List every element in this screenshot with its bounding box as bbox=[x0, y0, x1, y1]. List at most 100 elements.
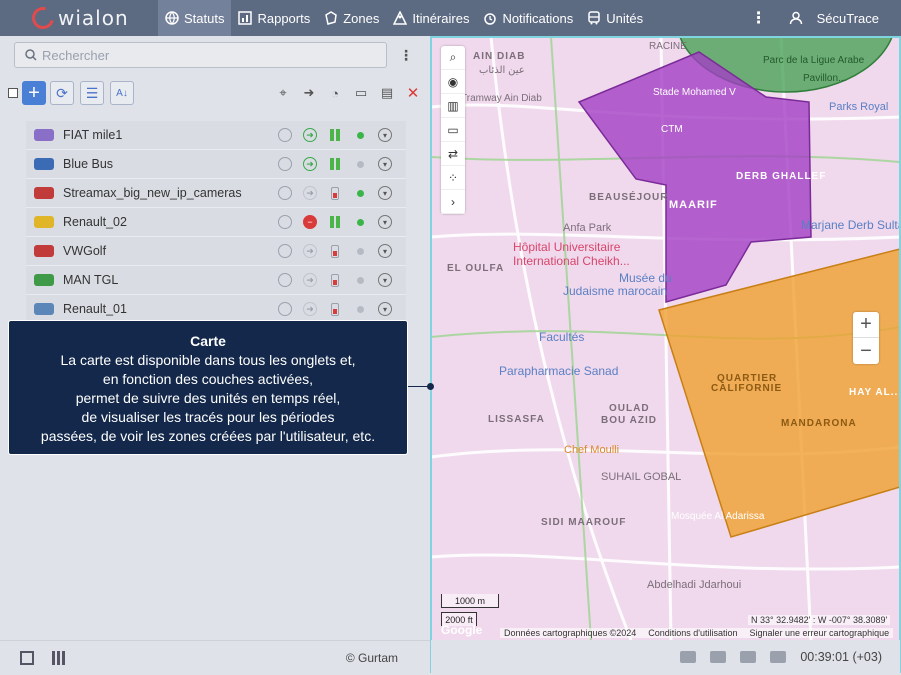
refresh-button[interactable]: ⟳ bbox=[50, 81, 74, 105]
locate-unit-icon[interactable] bbox=[277, 214, 293, 230]
device-icon[interactable]: ▭ bbox=[352, 84, 370, 102]
chevron-down-icon[interactable]: ▾ bbox=[378, 244, 392, 258]
select-all-checkbox[interactable] bbox=[8, 88, 18, 98]
chevron-down-icon[interactable]: ▾ bbox=[378, 302, 392, 316]
wialon-logo[interactable]: wialon bbox=[0, 0, 158, 36]
image-icon[interactable] bbox=[740, 651, 757, 663]
vehicle-icon bbox=[34, 158, 54, 170]
book-icon[interactable] bbox=[770, 651, 787, 663]
eye-icon[interactable]: ◉ bbox=[441, 70, 465, 94]
map-label: Parks Royal bbox=[829, 101, 889, 113]
locate-unit-icon[interactable] bbox=[277, 185, 293, 201]
chevron-down-icon[interactable]: ▾ bbox=[378, 215, 392, 229]
map-label: Judaisme marocain bbox=[563, 284, 668, 298]
sensor-state-cell[interactable] bbox=[327, 243, 343, 259]
sensor-state-cell[interactable] bbox=[327, 156, 343, 172]
attribution-report-link[interactable]: Signaler une erreur cartographique bbox=[750, 628, 890, 638]
sensor-state-cell[interactable] bbox=[327, 185, 343, 201]
locate-icon[interactable]: ⌖ bbox=[274, 84, 292, 102]
logo-mark-icon bbox=[27, 2, 59, 34]
chevron-down-icon[interactable]: ▾ bbox=[378, 128, 392, 142]
tab-itineraires[interactable]: Itinéraires bbox=[386, 0, 476, 36]
top-right: ⋮ SécuTrace bbox=[747, 0, 901, 36]
unit-row[interactable]: FIAT mile1 ➜ ▾ bbox=[26, 121, 406, 150]
tooltip-line: en fonction des couches activées, bbox=[102, 371, 314, 387]
tab-notifications[interactable]: Notifications bbox=[476, 0, 580, 36]
sensor-state-cell[interactable] bbox=[327, 301, 343, 317]
motion-state-cell[interactable]: ➜ bbox=[302, 243, 318, 259]
sensor-state-cell[interactable] bbox=[327, 127, 343, 143]
unit-menu-cell[interactable]: ▾ bbox=[377, 301, 393, 317]
search-input[interactable]: Rechercher bbox=[14, 42, 387, 68]
motion-state-cell[interactable]: ➜ bbox=[302, 185, 318, 201]
geofence-tool-icon[interactable]: ⁘ bbox=[441, 166, 465, 190]
sensor-state-cell[interactable] bbox=[327, 272, 343, 288]
map-label: CALIFORNIE bbox=[711, 383, 783, 394]
messages-icon[interactable] bbox=[680, 651, 697, 663]
clipboard-icon[interactable]: ▤ bbox=[378, 84, 396, 102]
motion-state-icon[interactable]: ➜ bbox=[300, 84, 318, 102]
zoom-out-button[interactable]: − bbox=[853, 338, 879, 364]
connection-state-cell bbox=[352, 156, 368, 172]
tab-rapports[interactable]: Rapports bbox=[231, 0, 317, 36]
mail-icon[interactable] bbox=[710, 651, 727, 663]
attribution-data: Données cartographiques ©2024 bbox=[504, 628, 637, 638]
map-label: Anfa Park bbox=[563, 222, 612, 234]
motion-state-cell[interactable]: ➜ bbox=[302, 127, 318, 143]
unit-row[interactable]: Blue Bus ➜ ▾ bbox=[26, 150, 406, 179]
unit-name: VWGolf bbox=[63, 244, 107, 258]
motion-state-cell[interactable]: ➜ bbox=[302, 301, 318, 317]
panel-toggle-icon[interactable] bbox=[20, 651, 34, 665]
close-icon[interactable]: ✕ bbox=[404, 84, 422, 102]
chevron-down-icon[interactable]: ▾ bbox=[378, 157, 392, 171]
map[interactable]: RACINE AIN DIAB عين الذئاب Stade Mohamed… bbox=[431, 37, 900, 640]
unit-row[interactable]: VWGolf ➜ ▾ bbox=[26, 237, 406, 266]
user-name: SécuTrace bbox=[816, 10, 879, 26]
sensor-state-cell[interactable] bbox=[327, 214, 343, 230]
unit-menu-cell[interactable]: ▾ bbox=[377, 272, 393, 288]
map-search-icon[interactable]: ⌕ bbox=[441, 46, 465, 70]
tab-statuts-label: Statuts bbox=[184, 10, 225, 26]
expand-icon[interactable]: › bbox=[441, 190, 465, 214]
unit-row[interactable]: Renault_02− ▾ bbox=[26, 208, 406, 237]
connection-icon[interactable]: ◔ bbox=[326, 84, 344, 102]
motion-state-cell[interactable]: ➜ bbox=[302, 272, 318, 288]
locate-unit-icon[interactable] bbox=[277, 156, 293, 172]
route-tool-icon[interactable]: ⇄ bbox=[441, 142, 465, 166]
sort-button[interactable]: A↓ bbox=[110, 81, 134, 105]
unit-menu-cell[interactable]: ▾ bbox=[377, 243, 393, 259]
unit-menu-cell[interactable]: ▾ bbox=[377, 185, 393, 201]
chevron-down-icon[interactable]: ▾ bbox=[378, 186, 392, 200]
locate-unit-icon[interactable] bbox=[277, 243, 293, 259]
search-options-icon[interactable]: ⋮ bbox=[399, 47, 413, 64]
locate-unit-icon[interactable] bbox=[277, 272, 293, 288]
motion-state-cell[interactable]: ➜ bbox=[302, 156, 318, 172]
apps-grid-icon[interactable] bbox=[52, 651, 66, 665]
user-menu[interactable]: SécuTrace bbox=[771, 11, 901, 26]
tab-zones[interactable]: Zones bbox=[317, 0, 386, 36]
more-menu-icon[interactable]: ⋮ bbox=[747, 8, 771, 28]
attribution-terms-link[interactable]: Conditions d'utilisation bbox=[648, 628, 737, 638]
motion-state-cell[interactable]: − bbox=[302, 214, 318, 230]
chevron-down-icon[interactable]: ▾ bbox=[378, 273, 392, 287]
connection-dot-icon bbox=[356, 189, 364, 197]
server-time: 00:39:01 (+03) bbox=[800, 650, 882, 664]
tree-view-button[interactable]: ☰ bbox=[80, 81, 104, 105]
map-attribution: Données cartographiques ©2024 Conditions… bbox=[500, 628, 894, 638]
tab-unites[interactable]: Unités bbox=[580, 0, 650, 36]
locate-unit-icon[interactable] bbox=[277, 127, 293, 143]
map-label: OULAD bbox=[609, 403, 650, 414]
map-layers-icon[interactable]: ▥ bbox=[441, 94, 465, 118]
unit-name: Renault_01 bbox=[63, 302, 127, 316]
unit-menu-cell[interactable]: ▾ bbox=[377, 156, 393, 172]
unit-menu-cell[interactable]: ▾ bbox=[377, 214, 393, 230]
unit-row[interactable]: Streamax_big_new_ip_cameras ➜ ▾ bbox=[26, 179, 406, 208]
unit-row[interactable]: MAN TGL ➜ ▾ bbox=[26, 266, 406, 295]
add-unit-button[interactable]: + bbox=[22, 81, 46, 105]
locate-unit-icon[interactable] bbox=[277, 301, 293, 317]
tab-statuts[interactable]: Statuts bbox=[158, 0, 232, 36]
zoom-in-button[interactable]: + bbox=[853, 312, 879, 338]
unit-menu-cell[interactable]: ▾ bbox=[377, 127, 393, 143]
unit-status-icons: ➜ ▾ bbox=[277, 127, 402, 143]
ruler-icon[interactable]: ▭ bbox=[441, 118, 465, 142]
